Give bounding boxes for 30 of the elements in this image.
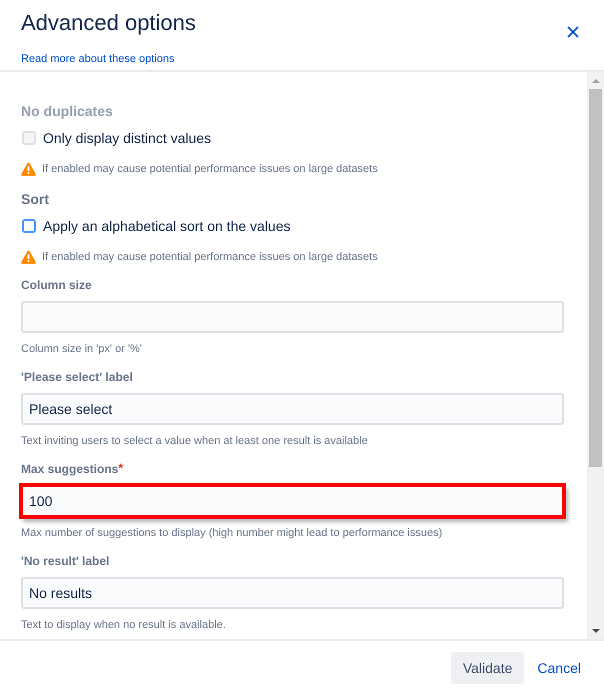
read-more-link[interactable]: Read more about these options <box>21 52 174 66</box>
field-label: Column size <box>21 277 92 293</box>
warning-icon <box>21 250 36 264</box>
help-text: Max number of suggestions to display (high number might lead to performance issues) <box>21 526 442 540</box>
checkbox[interactable] <box>22 219 36 233</box>
input-field[interactable]: 100 <box>21 485 564 517</box>
checkbox-label: Apply an alphabetical sort on the values <box>43 217 290 236</box>
warning-text: If enabled may cause potential performance issues on large datasets <box>42 250 378 264</box>
field-label: 'Please select' label <box>21 369 133 385</box>
scroll-down-arrow-icon[interactable] <box>592 628 600 632</box>
checkbox-label: Only display distinct values <box>43 129 212 148</box>
required-asterisk: * <box>118 461 124 475</box>
input-field[interactable] <box>21 301 564 333</box>
field-label: Max suggestions <box>21 461 118 477</box>
section-heading: Sort <box>21 190 49 209</box>
close-icon[interactable] <box>567 26 579 38</box>
scrollbar-thumb[interactable] <box>589 89 602 467</box>
validate-button[interactable]: Validate <box>450 652 524 684</box>
help-text: Text to display when no result is available. <box>21 618 226 632</box>
help-text: Column size in 'px' or '%' <box>21 342 142 356</box>
scroll-up-arrow-icon[interactable] <box>592 78 600 82</box>
field-label: 'No result' label <box>21 553 110 569</box>
section-heading: No duplicates <box>21 102 113 121</box>
help-text: Text inviting users to select a value when at least one result is available <box>21 434 368 448</box>
input-field[interactable]: No results <box>21 577 564 609</box>
input-field[interactable]: Please select <box>21 393 564 425</box>
dialog-title: Advanced options <box>21 9 196 37</box>
warning-text: If enabled may cause potential performance issues on large datasets <box>42 162 378 176</box>
cancel-link[interactable]: Cancel <box>529 652 589 684</box>
warning-icon <box>21 162 36 176</box>
